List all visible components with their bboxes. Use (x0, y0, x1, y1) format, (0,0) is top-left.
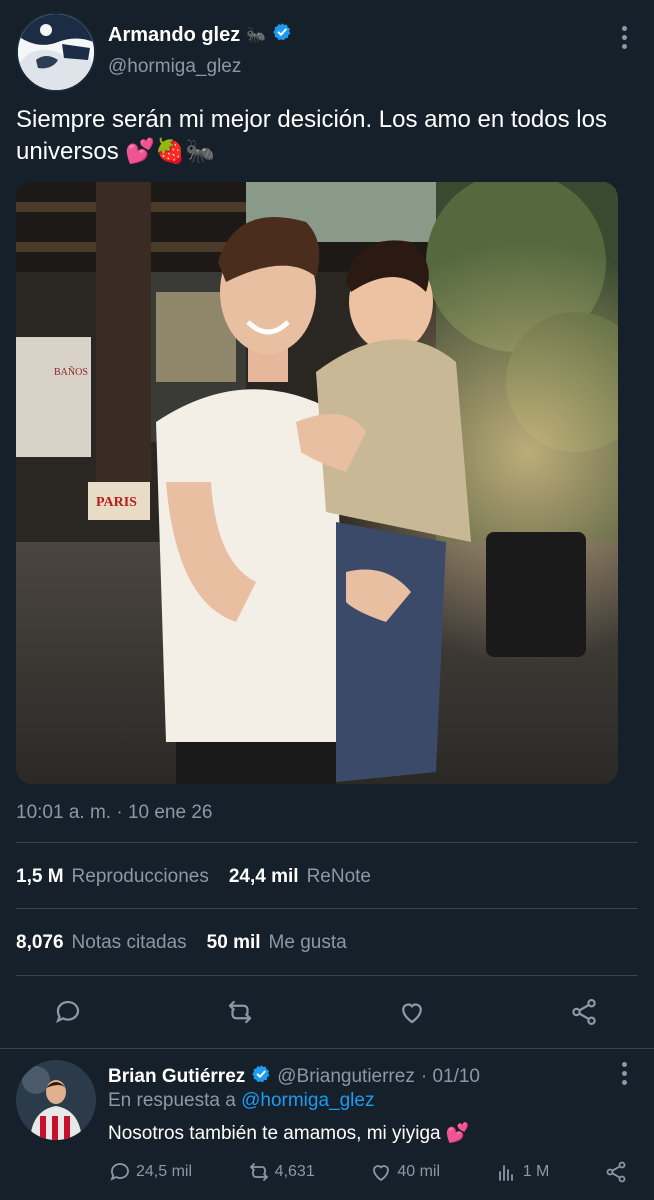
quotes-count[interactable]: 8,076 (16, 932, 64, 954)
reply-action-bar: 24,5 mil 4,631 40 mil 1 M (108, 1160, 628, 1184)
reply-reposts-count: 4,631 (274, 1163, 315, 1180)
verified-badge-icon (251, 1064, 271, 1090)
reply-author-name[interactable]: Brian Gutiérrez (108, 1066, 245, 1088)
divider (16, 975, 638, 976)
reply-share-button[interactable] (604, 1160, 628, 1184)
reply-likes-count: 40 mil (397, 1163, 441, 1180)
reply-to-prefix: En respuesta a (108, 1090, 236, 1111)
tweet-timestamp[interactable]: 10:01 a. m. · 10 ene 26 (16, 802, 212, 824)
divider (16, 908, 638, 909)
reply-reposts-button[interactable]: 4,631 (247, 1160, 315, 1184)
views-count: 1,5 M (16, 866, 64, 887)
divider (16, 842, 638, 843)
ant-emoji: 🐜 (246, 27, 267, 44)
more-icon[interactable] (620, 1062, 628, 1086)
verified-badge-icon (272, 22, 292, 48)
views-retweets-row: 1,5 M Reproducciones 24,4 mil ReNote (16, 866, 383, 888)
reply-header: Brian Gutiérrez @Briangutierrez · 01/10 (108, 1064, 480, 1090)
likes-count[interactable]: 50 mil (207, 932, 261, 954)
like-icon[interactable] (396, 996, 428, 1028)
reply-views-button[interactable]: 1 M (495, 1160, 550, 1184)
renote-count[interactable]: 24,4 mil (229, 866, 299, 888)
tweet-text: Siempre serán mi mejor desición. Los amo… (16, 106, 607, 165)
reply-date: · 01/10 (420, 1066, 480, 1087)
views-label: Reproducciones (71, 866, 209, 887)
renote-label[interactable]: ReNote (307, 866, 371, 888)
retweet-icon (249, 1163, 268, 1181)
reply-icon (110, 1163, 129, 1181)
reply-author-avatar[interactable] (16, 1060, 96, 1140)
author-avatar[interactable] (16, 12, 96, 92)
likes-label[interactable]: Me gusta (269, 932, 347, 954)
share-icon[interactable] (568, 996, 600, 1028)
quotes-likes-row: 8,076 Notas citadas 50 mil Me gusta (16, 932, 359, 954)
reply-replies-button[interactable]: 24,5 mil (108, 1160, 192, 1184)
reply-to-line: En respuesta a @hormiga_glez (108, 1090, 374, 1112)
reply-views-count: 1 M (522, 1163, 550, 1180)
divider (0, 1048, 654, 1049)
author-name-text[interactable]: Armando glez (108, 24, 240, 47)
author-name[interactable]: Armando glez 🐜 (108, 22, 292, 48)
views-icon (498, 1165, 513, 1181)
reply-author-handle[interactable]: @Briangutierrez (277, 1066, 415, 1088)
more-icon[interactable] (620, 26, 628, 50)
reply-to-link[interactable]: @hormiga_glez (241, 1090, 374, 1111)
reply-replies-count: 24,5 mil (136, 1163, 193, 1180)
reply-likes-button[interactable]: 40 mil (369, 1160, 440, 1184)
reply-text: Nosotros también te amamos, mi yiyiga 💕 (108, 1123, 470, 1144)
retweet-icon[interactable] (224, 996, 256, 1028)
author-handle[interactable]: @hormiga_glez (108, 56, 241, 78)
reply-icon[interactable] (52, 996, 84, 1028)
quotes-label[interactable]: Notas citadas (72, 932, 187, 954)
tweet-photo[interactable]: BAÑOS PARIS (16, 182, 618, 784)
like-icon (373, 1165, 390, 1182)
share-icon (606, 1161, 626, 1183)
